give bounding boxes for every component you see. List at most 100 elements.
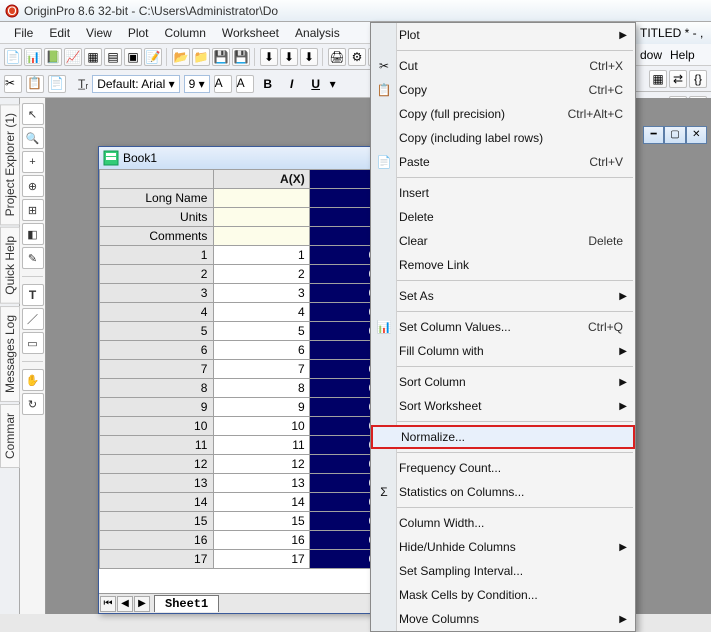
tool-pan[interactable]: ✋ — [22, 369, 44, 391]
tb-new-2d[interactable]: ▤ — [104, 48, 122, 66]
ctx-hide-unhide[interactable]: Hide/Unhide Columns▶ — [371, 535, 635, 559]
menu-column[interactable]: Column — [157, 24, 214, 42]
font-decrease[interactable]: A — [236, 75, 254, 93]
menu-worksheet[interactable]: Worksheet — [214, 24, 287, 42]
tb-import-single[interactable]: ⬇ — [280, 48, 298, 66]
tool-line[interactable]: ／ — [22, 308, 44, 330]
ctx-copy-label[interactable]: Copy (including label rows) — [371, 126, 635, 150]
tb-import-wizard[interactable]: ⬇ — [260, 48, 278, 66]
tb-print[interactable]: 🖨 — [328, 48, 346, 66]
tab-command[interactable]: Commar — [0, 404, 20, 468]
row-header[interactable]: 9 — [100, 398, 214, 417]
cell-a[interactable]: 4 — [214, 303, 309, 322]
row-header[interactable]: 3 — [100, 284, 214, 303]
close-button[interactable]: ✕ — [686, 126, 707, 144]
tool-rect[interactable]: ▭ — [22, 332, 44, 354]
tool-draw[interactable]: ✎ — [22, 247, 44, 269]
ctx-copy[interactable]: 📋CopyCtrl+C — [371, 78, 635, 102]
tb-add-col[interactable]: ▦ — [649, 70, 667, 88]
tb-new-matrix[interactable]: ▦ — [84, 48, 102, 66]
cell-a[interactable]: 6 — [214, 341, 309, 360]
row-header[interactable]: 6 — [100, 341, 214, 360]
ctx-remove-link[interactable]: Remove Link — [371, 253, 635, 277]
tool-pointer[interactable]: ↖ — [22, 103, 44, 125]
underline-button[interactable]: U — [306, 77, 326, 91]
cell-a[interactable]: 16 — [214, 531, 309, 550]
ctx-sort-column[interactable]: Sort Column▶ — [371, 370, 635, 394]
ctx-set-as[interactable]: Set As▶ — [371, 284, 635, 308]
tb-cut[interactable]: ✂ — [4, 75, 22, 93]
row-header[interactable]: 15 — [100, 512, 214, 531]
tb-new-layout[interactable]: ▣ — [124, 48, 142, 66]
sheet-nav-first[interactable]: ⏮ — [100, 596, 116, 612]
row-comments[interactable]: Comments — [100, 227, 214, 246]
cell-a[interactable]: 8 — [214, 379, 309, 398]
font-family-select[interactable]: Default: Arial ▾ — [92, 75, 179, 93]
ctx-fill-column[interactable]: Fill Column with▶ — [371, 339, 635, 363]
tool-text[interactable]: T — [22, 284, 44, 306]
tb-save[interactable]: 💾 — [212, 48, 230, 66]
tb-paste[interactable]: 📄 — [48, 75, 66, 93]
tab-quick-help[interactable]: Quick Help — [0, 227, 20, 304]
tab-messages-log[interactable]: Messages Log — [0, 306, 20, 402]
cell-a[interactable]: 14 — [214, 493, 309, 512]
ctx-delete[interactable]: Delete — [371, 205, 635, 229]
row-header[interactable]: 1 — [100, 246, 214, 265]
tb-import-multi[interactable]: ⬇ — [300, 48, 318, 66]
minimize-button[interactable]: ━ — [643, 126, 664, 144]
tool-mask[interactable]: ◧ — [22, 223, 44, 245]
row-units[interactable]: Units — [100, 208, 214, 227]
tool-data-selector[interactable]: ⊞ — [22, 199, 44, 221]
ctx-plot[interactable]: Plot▶ — [371, 23, 635, 47]
menu-window[interactable]: dow — [640, 48, 662, 62]
cell-a[interactable]: 13 — [214, 474, 309, 493]
tool-rotate[interactable]: ↻ — [22, 393, 44, 415]
cell-a[interactable]: 9 — [214, 398, 309, 417]
tb-open[interactable]: 📂 — [172, 48, 190, 66]
menu-help[interactable]: Help — [670, 48, 695, 62]
cell-a[interactable]: 17 — [214, 550, 309, 569]
cell-a[interactable]: 10 — [214, 417, 309, 436]
col-header-a[interactable]: A(X) — [214, 170, 309, 189]
cell-a[interactable]: 15 — [214, 512, 309, 531]
ctx-mask-cells[interactable]: Mask Cells by Condition... — [371, 583, 635, 607]
more-dropdown[interactable]: ▾ — [330, 77, 336, 91]
ctx-insert[interactable]: Insert — [371, 181, 635, 205]
cell-a[interactable]: 3 — [214, 284, 309, 303]
row-header[interactable]: 13 — [100, 474, 214, 493]
sheet-nav-prev[interactable]: ◀ — [117, 596, 133, 612]
ctx-frequency-count[interactable]: Frequency Count... — [371, 456, 635, 480]
corner-cell[interactable] — [100, 170, 214, 189]
ctx-statistics[interactable]: ΣStatistics on Columns... — [371, 480, 635, 504]
ctx-cut[interactable]: ✂CutCtrl+X — [371, 54, 635, 78]
row-header[interactable]: 5 — [100, 322, 214, 341]
cell-a[interactable]: 11 — [214, 436, 309, 455]
cell-a[interactable]: 5 — [214, 322, 309, 341]
italic-button[interactable]: I — [282, 77, 302, 91]
row-header[interactable]: 10 — [100, 417, 214, 436]
cell-a[interactable]: 2 — [214, 265, 309, 284]
ctx-paste[interactable]: 📄PasteCtrl+V — [371, 150, 635, 174]
menu-view[interactable]: View — [78, 24, 120, 42]
tb-batch[interactable]: ⚙ — [348, 48, 366, 66]
tb-org[interactable]: ⇄ — [669, 70, 687, 88]
tb-code[interactable]: {} — [689, 70, 707, 88]
tool-reader[interactable]: + — [22, 151, 44, 173]
tool-screen-reader[interactable]: ⊕ — [22, 175, 44, 197]
row-header[interactable]: 7 — [100, 360, 214, 379]
ctx-move-columns[interactable]: Move Columns▶ — [371, 607, 635, 631]
menu-analysis[interactable]: Analysis — [287, 24, 348, 42]
font-size-select[interactable]: 9 ▾ — [184, 75, 210, 93]
tab-project-explorer[interactable]: Project Explorer (1) — [0, 104, 20, 225]
row-header[interactable]: 11 — [100, 436, 214, 455]
row-header[interactable]: 14 — [100, 493, 214, 512]
ctx-clear[interactable]: ClearDelete — [371, 229, 635, 253]
tool-zoom-in[interactable]: 🔍 — [22, 127, 44, 149]
ctx-sort-worksheet[interactable]: Sort Worksheet▶ — [371, 394, 635, 418]
ctx-sampling-interval[interactable]: Set Sampling Interval... — [371, 559, 635, 583]
ctx-copy-full[interactable]: Copy (full precision)Ctrl+Alt+C — [371, 102, 635, 126]
tb-new-notes[interactable]: 📝 — [144, 48, 162, 66]
tb-open-template[interactable]: 📁 — [192, 48, 210, 66]
tb-new-workbook[interactable]: 📊 — [24, 48, 42, 66]
menu-file[interactable]: File — [6, 24, 41, 42]
